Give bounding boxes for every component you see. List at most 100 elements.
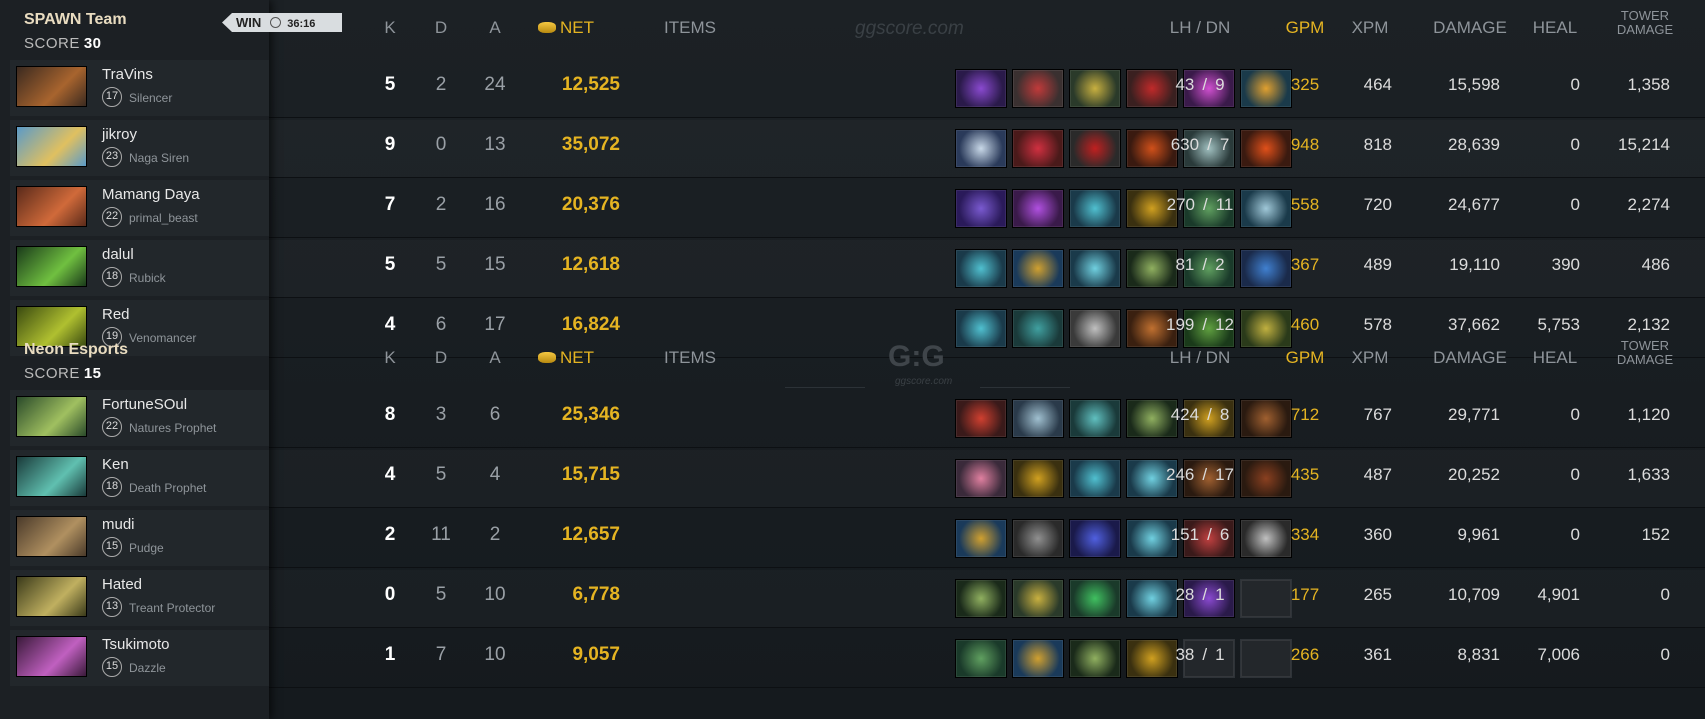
player-row[interactable]: Ken 18 Death Prophet (10, 450, 269, 506)
item-slot[interactable] (1012, 399, 1064, 438)
match-result-badge: WIN 36:16 (222, 13, 342, 32)
player-row[interactable]: Tsukimoto 15 Dazzle (10, 630, 269, 686)
player-name: mudi (102, 516, 135, 533)
player-row[interactable]: TraVins 17 Silencer (10, 60, 269, 116)
item-slot[interactable] (955, 519, 1007, 558)
item-slot[interactable] (1069, 399, 1121, 438)
hero-level: 22 (102, 207, 122, 227)
player-name: dalul (102, 246, 134, 263)
denies: 11 (1215, 195, 1234, 214)
tower-damage: 15,214 (1618, 135, 1670, 154)
item-slot[interactable] (1069, 309, 1121, 348)
tower-damage: 1,633 (1627, 465, 1670, 484)
last-hits: 151 (1170, 525, 1200, 544)
xp-per-minute: 720 (1363, 195, 1392, 214)
player-row[interactable]: mudi 15 Pudge (10, 510, 269, 566)
deaths: 5 (435, 584, 447, 605)
hero-portrait (16, 66, 87, 107)
hero-name: Treant Protector (129, 601, 216, 615)
gold-per-minute: 460 (1290, 315, 1320, 334)
hero-level: 15 (102, 657, 122, 677)
player-row[interactable]: dalul 18 Rubick (10, 240, 269, 296)
deaths: 0 (435, 134, 447, 155)
item-slot[interactable] (1069, 639, 1121, 678)
last-hits: 43 (1175, 75, 1195, 94)
hero-level: 13 (102, 597, 122, 617)
hero-portrait (16, 516, 87, 557)
item-slot[interactable] (955, 579, 1007, 618)
gold-per-minute: 558 (1290, 195, 1320, 214)
lh-dn-separator: / (1207, 405, 1212, 424)
hero-name: Natures Prophet (129, 421, 217, 435)
item-slot[interactable] (955, 639, 1007, 678)
item-slot[interactable] (1012, 519, 1064, 558)
tower-damage: 2,132 (1627, 315, 1670, 334)
score-label: SCORE (24, 365, 80, 382)
denies: 17 (1215, 465, 1235, 484)
player-name: Mamang Daya (102, 186, 200, 203)
player-row[interactable]: jikroy 23 Naga Siren (10, 120, 269, 176)
header-damage: DAMAGE (1433, 18, 1507, 37)
item-slot[interactable] (1069, 249, 1121, 288)
healing: 0 (1570, 135, 1580, 154)
assists: 13 (484, 134, 506, 155)
item-slot[interactable] (955, 249, 1007, 288)
item-slot[interactable] (1012, 129, 1064, 168)
header-tower-label: TOWER (1620, 338, 1670, 353)
hero-damage: 9,961 (1457, 525, 1500, 544)
assists: 15 (484, 254, 506, 275)
item-slot[interactable] (1012, 639, 1064, 678)
net-worth: 35,072 (561, 134, 620, 155)
item-slot[interactable] (1012, 579, 1064, 618)
tower-damage: 2,274 (1627, 195, 1670, 214)
last-hits-denies: 81 / 2 (1150, 255, 1250, 275)
player-row[interactable]: FortuneSOul 22 Natures Prophet (10, 390, 269, 446)
item-slot[interactable] (955, 459, 1007, 498)
last-hits-denies: 424 / 8 (1150, 405, 1250, 425)
xp-per-minute: 360 (1363, 525, 1392, 544)
last-hits-denies: 43 / 9 (1150, 75, 1250, 95)
item-slot[interactable] (1012, 69, 1064, 108)
item-slot[interactable] (955, 309, 1007, 348)
header-damage-label: DAMAGE (1616, 352, 1674, 367)
hero-portrait (16, 396, 87, 437)
hero-portrait (16, 186, 87, 227)
header-xpm: XPM (1351, 18, 1389, 37)
item-slot[interactable] (955, 69, 1007, 108)
watermark-text-small: ggscore.com (895, 376, 953, 387)
hero-level: 22 (102, 417, 122, 437)
healing: 0 (1570, 465, 1580, 484)
deaths: 5 (435, 464, 447, 485)
gold-per-minute: 334 (1290, 525, 1320, 544)
player-name: Hated (102, 576, 143, 593)
net-worth: 9,057 (572, 644, 620, 665)
net-worth: 12,618 (561, 254, 620, 275)
item-slot[interactable] (1069, 579, 1121, 618)
team-name: Neon Esports (24, 341, 129, 358)
item-slot[interactable] (955, 399, 1007, 438)
net-worth: 6,778 (572, 584, 620, 605)
item-slot[interactable] (1012, 459, 1064, 498)
player-row[interactable]: Mamang Daya 22 primal_beast (10, 180, 269, 236)
header-tower-damage: TOWER DAMAGE (1610, 9, 1680, 37)
item-slot[interactable] (1069, 189, 1121, 228)
header-heal: HEAL (1532, 348, 1578, 367)
item-slot[interactable] (955, 129, 1007, 168)
assists: 10 (484, 584, 506, 605)
xp-per-minute: 487 (1363, 465, 1392, 484)
header-a: A (489, 18, 501, 37)
item-slot[interactable] (955, 189, 1007, 228)
item-slot[interactable] (1012, 249, 1064, 288)
kills: 4 (384, 464, 396, 485)
item-slot[interactable] (1012, 189, 1064, 228)
item-slot[interactable] (1069, 129, 1121, 168)
hero-damage: 15,598 (1448, 75, 1500, 94)
hero-name: Naga Siren (129, 151, 190, 165)
item-slot[interactable] (1069, 459, 1121, 498)
item-slot[interactable] (1069, 69, 1121, 108)
item-slot[interactable] (1069, 519, 1121, 558)
kills: 2 (384, 524, 396, 545)
last-hits: 424 (1170, 405, 1200, 424)
item-slot[interactable] (1012, 309, 1064, 348)
player-row[interactable]: Hated 13 Treant Protector (10, 570, 269, 626)
